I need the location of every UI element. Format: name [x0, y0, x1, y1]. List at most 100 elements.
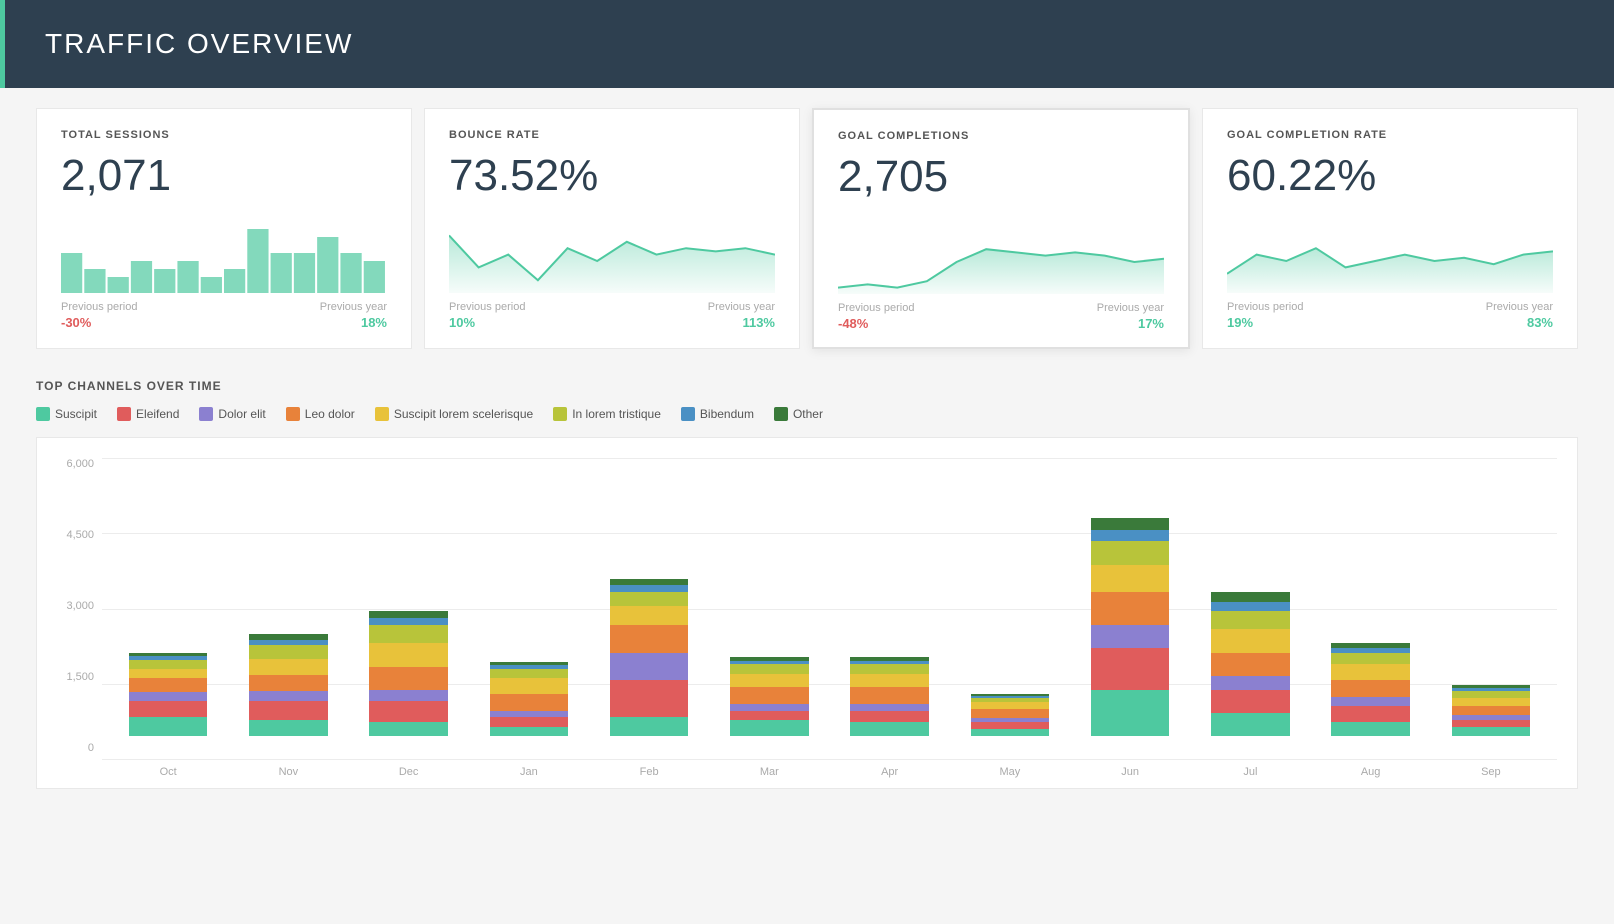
bar-segment: [971, 722, 1050, 729]
channels-section: TOP CHANNELS OVER TIME Suscipit Eleifend…: [0, 369, 1614, 819]
bar-group: [954, 458, 1066, 736]
legend-label: Suscipit lorem scelerisque: [394, 407, 533, 421]
channels-title: TOP CHANNELS OVER TIME: [36, 379, 1578, 393]
metric-value: 73.52%: [449, 151, 775, 201]
bar-segment: [1452, 727, 1531, 736]
stacked-bar: [1091, 518, 1170, 736]
bar-segment: [610, 625, 689, 653]
bar-group: [353, 458, 465, 736]
bar-group: [1194, 458, 1306, 736]
bar-group: [473, 458, 585, 736]
mini-chart: [449, 213, 775, 293]
y-axis: 6,0004,5003,0001,5000: [57, 458, 102, 778]
bar-segment: [490, 717, 569, 726]
year-label: Previous year: [320, 301, 387, 313]
bar-segment: [369, 690, 448, 702]
metrics-row: TOTAL SESSIONS 2,071 Previous period Pre…: [0, 88, 1614, 369]
bar-segment: [610, 592, 689, 606]
bar-segment: [129, 678, 208, 692]
bar-segment: [369, 667, 448, 690]
legend-item: Bibendum: [681, 407, 754, 421]
x-axis-label: May: [954, 760, 1066, 778]
x-axis-label: Jan: [473, 760, 585, 778]
bar-segment: [369, 722, 448, 736]
bar-segment: [129, 692, 208, 701]
bar-segment: [971, 729, 1050, 736]
bar-segment: [249, 645, 328, 659]
bar-segment: [1331, 664, 1410, 680]
bar-segment: [610, 717, 689, 736]
legend-label: Eleifend: [136, 407, 179, 421]
bar-segment: [490, 669, 569, 678]
metric-footer: Previous period Previous year: [61, 301, 387, 313]
x-axis-label: Feb: [593, 760, 705, 778]
bar-segment: [490, 711, 569, 718]
chart-legend: Suscipit Eleifend Dolor elit Leo dolor S…: [36, 407, 1578, 421]
legend-item: Dolor elit: [199, 407, 265, 421]
bar-segment: [1091, 690, 1170, 736]
bar-segment: [369, 618, 448, 625]
bar-group: [713, 458, 825, 736]
y-axis-label: 4,500: [66, 529, 94, 541]
legend-color: [553, 407, 567, 421]
bar-segment: [1211, 653, 1290, 676]
bar-group: [112, 458, 224, 736]
bar-segment: [1091, 625, 1170, 648]
bar-segment: [610, 680, 689, 717]
y-axis-label: 0: [88, 742, 94, 754]
bar-segment: [730, 664, 809, 673]
stacked-bar: [490, 662, 569, 736]
grid-lines: [102, 458, 1557, 760]
metric-card-total-sessions: TOTAL SESSIONS 2,071 Previous period Pre…: [36, 108, 412, 349]
bar-segment: [249, 720, 328, 736]
stacked-bar: [129, 653, 208, 736]
bar-segment: [1452, 706, 1531, 715]
stacked-bar: [730, 657, 809, 736]
bar-segment: [1452, 691, 1531, 698]
bar-segment: [850, 704, 929, 711]
mini-chart: [838, 214, 1164, 294]
metric-change: 10% 113%: [449, 315, 775, 330]
legend-label: Leo dolor: [305, 407, 355, 421]
metric-card-bounce-rate: BOUNCE RATE 73.52% Previous period Previ…: [424, 108, 800, 349]
bar-segment: [1452, 720, 1531, 727]
bar-segment: [129, 717, 208, 736]
bar-segment: [249, 675, 328, 691]
metric-card-goal-completions: GOAL COMPLETIONS 2,705 Previous period P…: [812, 108, 1190, 349]
stacked-bar: [610, 578, 689, 736]
x-axis-label: Sep: [1435, 760, 1547, 778]
bar-segment: [610, 606, 689, 625]
metric-footer: Previous period Previous year: [449, 301, 775, 313]
bar-segment: [1211, 611, 1290, 630]
bar-segment: [490, 727, 569, 736]
bar-segment: [850, 674, 929, 688]
legend-color: [117, 407, 131, 421]
bar-segment: [1091, 530, 1170, 542]
bar-group: [1315, 458, 1427, 736]
bar-segment: [730, 704, 809, 711]
metric-change: 19% 83%: [1227, 315, 1553, 330]
bar-segment: [369, 701, 448, 722]
year-label: Previous year: [1486, 301, 1553, 313]
chart-body: OctNovDecJanFebMarAprMayJunJulAugSep: [102, 458, 1557, 778]
bar-segment: [610, 579, 689, 586]
period-change: 10%: [449, 315, 475, 330]
bar-segment: [850, 711, 929, 723]
stacked-bar: [971, 694, 1050, 736]
x-axis-label: Dec: [353, 760, 465, 778]
stacked-bar: [249, 634, 328, 736]
legend-color: [681, 407, 695, 421]
bar-segment: [129, 669, 208, 678]
bar-segment: [1091, 541, 1170, 564]
page-title: TRAFFIC OVERVIEW: [45, 28, 1574, 60]
bar-segment: [850, 687, 929, 703]
legend-label: Bibendum: [700, 407, 754, 421]
metric-card-goal-completion-rate: GOAL COMPLETION RATE 60.22% Previous per…: [1202, 108, 1578, 349]
legend-label: Dolor elit: [218, 407, 265, 421]
metric-footer: Previous period Previous year: [1227, 301, 1553, 313]
bar-segment: [1331, 722, 1410, 736]
bar-segment: [850, 664, 929, 673]
bar-segment: [730, 674, 809, 688]
bar-segment: [610, 585, 689, 592]
bar-group: [1074, 458, 1186, 736]
